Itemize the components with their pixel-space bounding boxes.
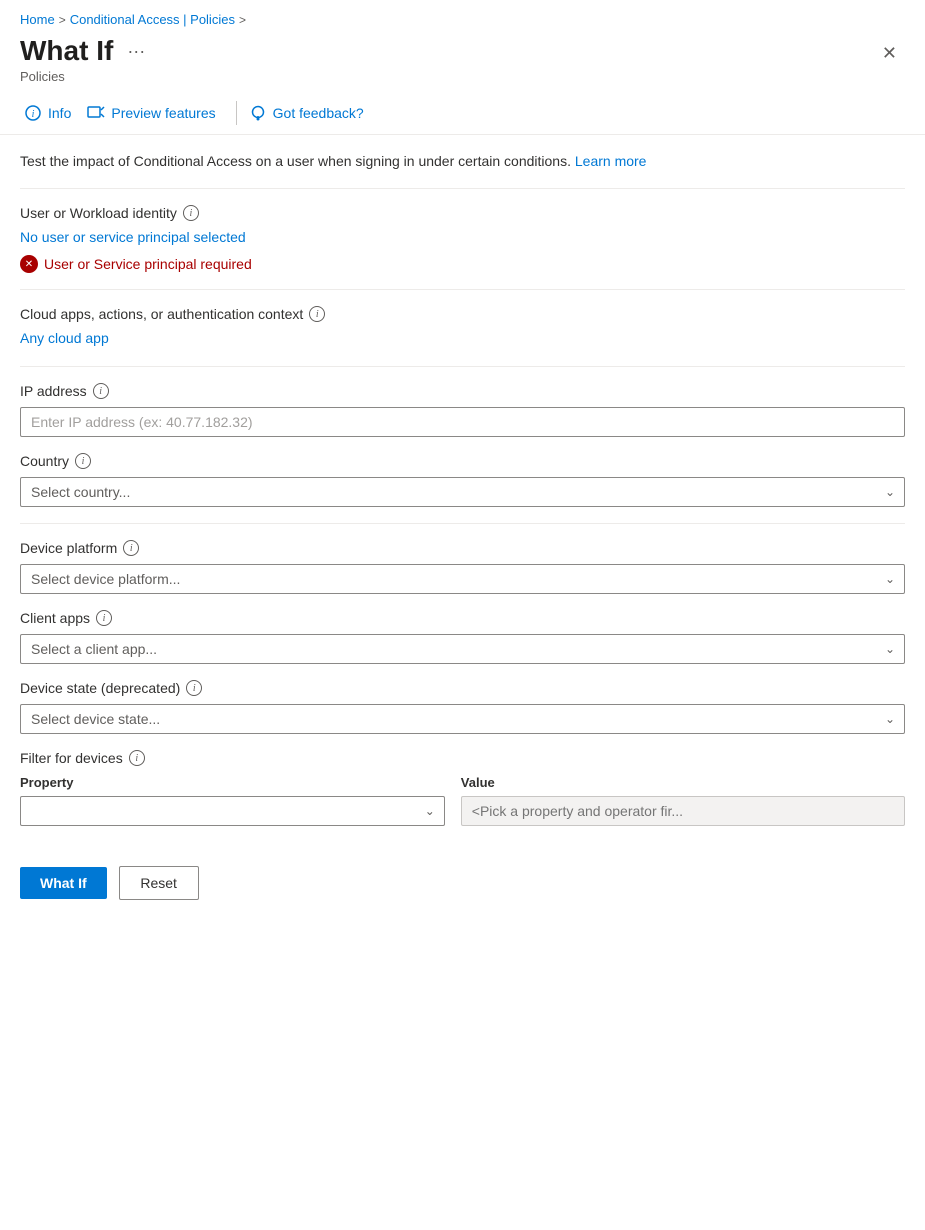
device-state-select-wrapper: Select device state... Device Hybrid Azu…	[20, 704, 905, 734]
country-label: Country i	[20, 453, 905, 469]
filter-devices-label: Filter for devices i	[20, 750, 905, 766]
error-icon	[20, 255, 38, 273]
error-text: User or Service principal required	[44, 256, 252, 272]
cloud-apps-link[interactable]: Any cloud app	[20, 330, 109, 346]
filter-col-value-header: Value	[461, 774, 905, 790]
device-state-label-text: Device state (deprecated)	[20, 680, 180, 696]
user-identity-info-icon[interactable]: i	[183, 205, 199, 221]
what-if-button[interactable]: What If	[20, 867, 107, 899]
user-identity-label-text: User or Workload identity	[20, 205, 177, 221]
cloud-apps-info-icon[interactable]: i	[309, 306, 325, 322]
info-icon: i	[24, 104, 42, 122]
client-apps-section: Client apps i Select a client app... Bro…	[20, 610, 905, 664]
ip-address-label-text: IP address	[20, 383, 87, 399]
breadcrumb: Home > Conditional Access | Policies >	[0, 0, 925, 31]
toolbar-divider	[236, 101, 237, 125]
country-info-icon[interactable]: i	[75, 453, 91, 469]
device-platform-info-icon[interactable]: i	[123, 540, 139, 556]
device-platform-label: Device platform i	[20, 540, 905, 556]
ip-address-input[interactable]	[20, 407, 905, 437]
divider-4	[20, 523, 905, 524]
filter-devices-label-text: Filter for devices	[20, 750, 123, 766]
page-title: What If ···	[20, 35, 151, 67]
divider-2	[20, 289, 905, 290]
filter-devices-info-icon[interactable]: i	[129, 750, 145, 766]
device-platform-label-text: Device platform	[20, 540, 117, 556]
breadcrumb-sep1: >	[59, 13, 66, 27]
country-section: Country i Select country... United State…	[20, 453, 905, 507]
cloud-apps-section: Cloud apps, actions, or authentication c…	[20, 306, 905, 350]
client-apps-label-text: Client apps	[20, 610, 90, 626]
svg-text:i: i	[32, 109, 35, 120]
ellipsis-button[interactable]: ···	[121, 39, 151, 64]
breadcrumb-conditional-access[interactable]: Conditional Access | Policies	[70, 12, 235, 27]
close-button[interactable]: ✕	[874, 39, 905, 68]
filter-col-property-header: Property	[20, 774, 445, 790]
reset-button[interactable]: Reset	[119, 866, 199, 900]
filter-table-row: extensionAttribute1 deviceOwnership oper…	[20, 796, 905, 826]
cloud-apps-label-text: Cloud apps, actions, or authentication c…	[20, 306, 303, 322]
user-identity-error-row: User or Service principal required	[20, 255, 905, 273]
divider-1	[20, 188, 905, 189]
filter-value-field	[461, 796, 905, 826]
client-apps-label: Client apps i	[20, 610, 905, 626]
toolbar: i Info Preview features	[0, 92, 925, 135]
cloud-apps-label: Cloud apps, actions, or authentication c…	[20, 306, 905, 322]
client-apps-info-icon[interactable]: i	[96, 610, 112, 626]
property-header-text: Property	[20, 775, 73, 790]
device-platform-select-wrapper: Select device platform... Android iOS Wi…	[20, 564, 905, 594]
ip-address-info-icon[interactable]: i	[93, 383, 109, 399]
learn-more-link[interactable]: Learn more	[575, 153, 647, 169]
filter-devices-section: Filter for devices i Property Value	[20, 750, 905, 826]
info-toolbar-label: Info	[48, 105, 71, 121]
ip-address-section: IP address i	[20, 383, 905, 437]
device-state-section: Device state (deprecated) i Select devic…	[20, 680, 905, 734]
country-label-text: Country	[20, 453, 69, 469]
device-platform-select[interactable]: Select device platform... Android iOS Wi…	[20, 564, 905, 594]
feedback-icon	[249, 104, 267, 122]
filter-property-dropdown-wrapper: extensionAttribute1 deviceOwnership oper…	[20, 796, 445, 826]
user-identity-link[interactable]: No user or service principal selected	[20, 229, 246, 245]
user-identity-section: User or Workload identity i No user or s…	[20, 205, 905, 273]
preview-features-button[interactable]: Preview features	[83, 100, 227, 126]
country-select-wrapper: Select country... United States United K…	[20, 477, 905, 507]
feedback-button[interactable]: Got feedback?	[245, 100, 376, 126]
value-header-text: Value	[461, 775, 495, 790]
description-static: Test the impact of Conditional Access on…	[20, 153, 571, 169]
header-left: What If ··· Policies	[20, 35, 151, 84]
filter-value-input	[461, 796, 905, 826]
info-toolbar-button[interactable]: i Info	[20, 100, 83, 126]
device-state-select[interactable]: Select device state... Device Hybrid Azu…	[20, 704, 905, 734]
preview-features-label: Preview features	[111, 105, 215, 121]
page-subtitle: Policies	[20, 69, 151, 84]
device-state-label: Device state (deprecated) i	[20, 680, 905, 696]
breadcrumb-home[interactable]: Home	[20, 12, 55, 27]
filter-table: Property Value extensionAttribute1 devic…	[20, 774, 905, 826]
preview-icon	[87, 104, 105, 122]
header-area: What If ··· Policies ✕	[0, 31, 925, 92]
user-identity-label: User or Workload identity i	[20, 205, 905, 221]
device-state-info-icon[interactable]: i	[186, 680, 202, 696]
ip-address-label: IP address i	[20, 383, 905, 399]
filter-property-select[interactable]: extensionAttribute1 deviceOwnership oper…	[20, 796, 445, 826]
page-container: Home > Conditional Access | Policies > W…	[0, 0, 925, 1230]
divider-3	[20, 366, 905, 367]
feedback-label: Got feedback?	[273, 105, 364, 121]
filter-table-header: Property Value	[20, 774, 905, 790]
content-area: Test the impact of Conditional Access on…	[0, 135, 925, 842]
client-apps-select[interactable]: Select a client app... Browser Mobile ap…	[20, 634, 905, 664]
bottom-bar: What If Reset	[0, 850, 925, 916]
breadcrumb-sep2: >	[239, 13, 246, 27]
filter-property-select-wrapper: extensionAttribute1 deviceOwnership oper…	[20, 796, 445, 826]
client-apps-select-wrapper: Select a client app... Browser Mobile ap…	[20, 634, 905, 664]
description-text: Test the impact of Conditional Access on…	[20, 151, 905, 172]
page-title-text: What If	[20, 35, 113, 67]
device-platform-section: Device platform i Select device platform…	[20, 540, 905, 594]
country-select[interactable]: Select country... United States United K…	[20, 477, 905, 507]
